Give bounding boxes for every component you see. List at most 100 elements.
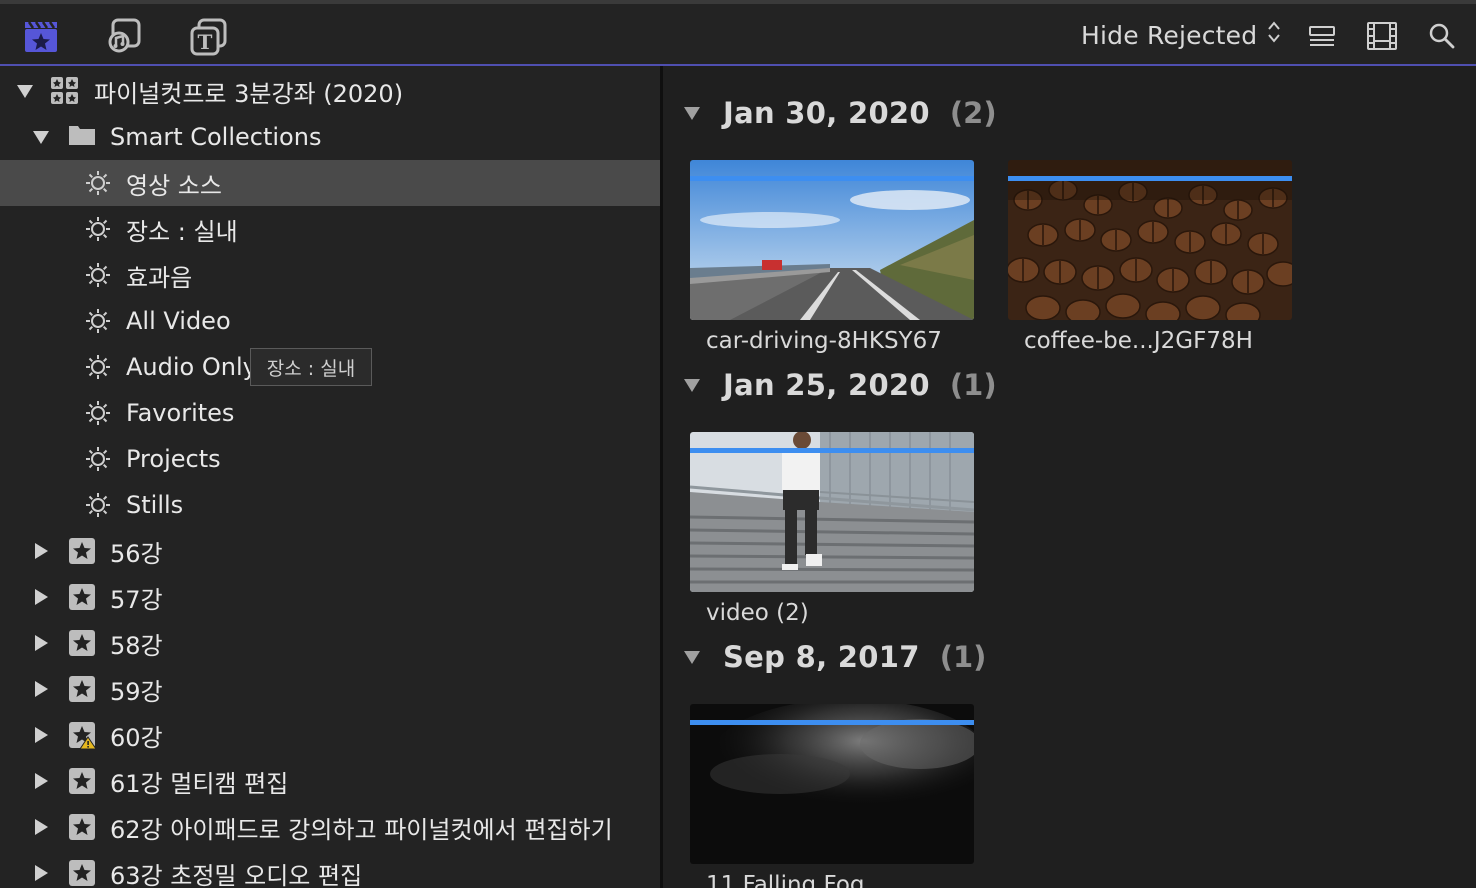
smart-collection-gear-icon [84, 261, 112, 289]
smart-collection-item[interactable]: 효과음 [0, 252, 660, 298]
disclosure-triangle-expanded-icon[interactable] [683, 105, 705, 121]
clip-count: (1) [949, 368, 997, 402]
event-label: 62강 아이패드로 강의하고 파이널컷에서 편집하기 [110, 815, 613, 844]
smart-collection-label: 장소 : 실내 [126, 217, 238, 246]
smart-collection-gear-icon [84, 445, 112, 473]
event-item[interactable]: 58강 [0, 620, 660, 666]
event-icon [68, 629, 96, 657]
disclosure-triangle-collapsed-icon[interactable] [31, 587, 51, 607]
smart-collection-gear-icon [84, 169, 112, 197]
smart-collection-gear-icon [84, 399, 112, 427]
clip-thumbnail[interactable] [1008, 160, 1292, 320]
selection-range-bar [690, 720, 974, 725]
smart-collection-label: All Video [126, 307, 231, 335]
event-icon [68, 813, 96, 841]
disclosure-triangle-expanded-icon[interactable] [31, 127, 51, 147]
filmstrip-view-icon[interactable] [1362, 16, 1402, 56]
clip-filter-popup[interactable]: Hide Rejected [1081, 20, 1281, 50]
clip-browser: Jan 30, 2020 (2) car-driving-8HKSY67 cof… [663, 66, 1476, 888]
clip-name: video (2) [706, 600, 809, 626]
smart-collection-gear-icon [84, 307, 112, 335]
event-item[interactable]: 59강 [0, 666, 660, 712]
smart-collections-label: Smart Collections [110, 123, 322, 151]
library-icon [50, 76, 78, 104]
clip-filter-label: Hide Rejected [1081, 20, 1258, 50]
clip-count: (2) [949, 96, 997, 130]
smart-collection-item[interactable]: Projects [0, 436, 660, 482]
date-label: Jan 30, 2020 [723, 96, 930, 130]
disclosure-triangle-collapsed-icon[interactable] [31, 541, 51, 561]
date-label: Jan 25, 2020 [723, 368, 930, 402]
smart-collection-item[interactable]: Favorites [0, 390, 660, 436]
event-label: 59강 [110, 677, 163, 706]
smart-collection-label: Audio Only [126, 353, 257, 381]
smart-collection-label: 효과음 [126, 263, 193, 292]
tooltip: 장소 : 실내 [250, 348, 372, 386]
browser-toolbar: T Hide Rejected [0, 0, 1476, 66]
event-item[interactable]: 57강 [0, 574, 660, 620]
clip-name: car-driving-8HKSY67 [706, 328, 942, 354]
event-item[interactable]: 63강 초정밀 오디오 편집 [0, 850, 660, 888]
libraries-icon[interactable] [21, 16, 61, 56]
smart-collection-gear-icon [84, 215, 112, 243]
stairs-runner-thumbnail [690, 432, 974, 592]
clip-thumbnail[interactable] [690, 432, 974, 592]
date-label: Sep 8, 2017 [723, 640, 920, 674]
search-icon[interactable] [1422, 16, 1462, 56]
disclosure-triangle-collapsed-icon[interactable] [31, 633, 51, 653]
updown-chevron-icon [1267, 20, 1281, 50]
smart-collection-item[interactable]: All Video [0, 298, 660, 344]
date-group-header[interactable]: Jan 25, 2020 (1) [683, 365, 997, 405]
clip-name: 11 Falling Fog [706, 872, 865, 888]
disclosure-triangle-collapsed-icon[interactable] [31, 863, 51, 883]
library-row[interactable]: 파이널컷프로 3분강좌 (2020) [0, 68, 660, 114]
selection-range-bar [690, 176, 974, 181]
smart-collection-label: Favorites [126, 399, 235, 427]
event-icon [68, 859, 96, 887]
event-label: 58강 [110, 631, 163, 660]
event-icon [68, 767, 96, 795]
date-group-header[interactable]: Sep 8, 2017 (1) [683, 637, 986, 677]
clip-thumbnail[interactable] [690, 704, 974, 864]
smart-collection-item[interactable]: 영상 소스 [0, 160, 660, 206]
smart-collection-label: Stills [126, 491, 184, 519]
disclosure-triangle-expanded-icon[interactable] [15, 81, 35, 101]
event-label: 60강 [110, 723, 163, 752]
smart-collection-label: 영상 소스 [126, 171, 222, 200]
photos-audio-icon[interactable] [105, 16, 145, 56]
event-label: 57강 [110, 585, 163, 614]
folder-icon [68, 123, 96, 151]
event-label: 61강 멀티캠 편집 [110, 769, 289, 798]
event-label: 63강 초정밀 오디오 편집 [110, 861, 363, 888]
date-group-header[interactable]: Jan 30, 2020 (2) [683, 93, 997, 133]
clip-name: coffee-be...J2GF78H [1024, 328, 1253, 354]
clip-count: (1) [939, 640, 987, 674]
coffee-beans-thumbnail [1008, 160, 1292, 320]
event-icon [68, 675, 96, 703]
smart-collection-gear-icon [84, 353, 112, 381]
disclosure-triangle-expanded-icon[interactable] [683, 649, 705, 665]
smart-collections-folder[interactable]: Smart Collections [0, 114, 660, 160]
event-item[interactable]: 56강 [0, 528, 660, 574]
smart-collection-gear-icon [84, 491, 112, 519]
selection-range-bar [690, 448, 974, 453]
titles-generators-icon[interactable]: T [189, 16, 229, 56]
clip-thumbnail[interactable] [690, 160, 974, 320]
disclosure-triangle-expanded-icon[interactable] [683, 377, 705, 393]
smart-collection-item[interactable]: Stills [0, 482, 660, 528]
road-thumbnail [690, 160, 974, 320]
event-item[interactable]: 60강 [0, 712, 660, 758]
list-view-icon[interactable] [1302, 16, 1342, 56]
event-item[interactable]: 62강 아이패드로 강의하고 파이널컷에서 편집하기 [0, 804, 660, 850]
falling-fog-thumbnail [690, 704, 974, 864]
svg-text:T: T [198, 30, 213, 54]
disclosure-triangle-collapsed-icon[interactable] [31, 725, 51, 745]
smart-collection-item[interactable]: 장소 : 실내 [0, 206, 660, 252]
smart-collection-label: Projects [126, 445, 221, 473]
event-item[interactable]: 61강 멀티캠 편집 [0, 758, 660, 804]
event-icon [68, 583, 96, 611]
disclosure-triangle-collapsed-icon[interactable] [31, 817, 51, 837]
disclosure-triangle-collapsed-icon[interactable] [31, 679, 51, 699]
event-label: 56강 [110, 539, 163, 568]
disclosure-triangle-collapsed-icon[interactable] [31, 771, 51, 791]
